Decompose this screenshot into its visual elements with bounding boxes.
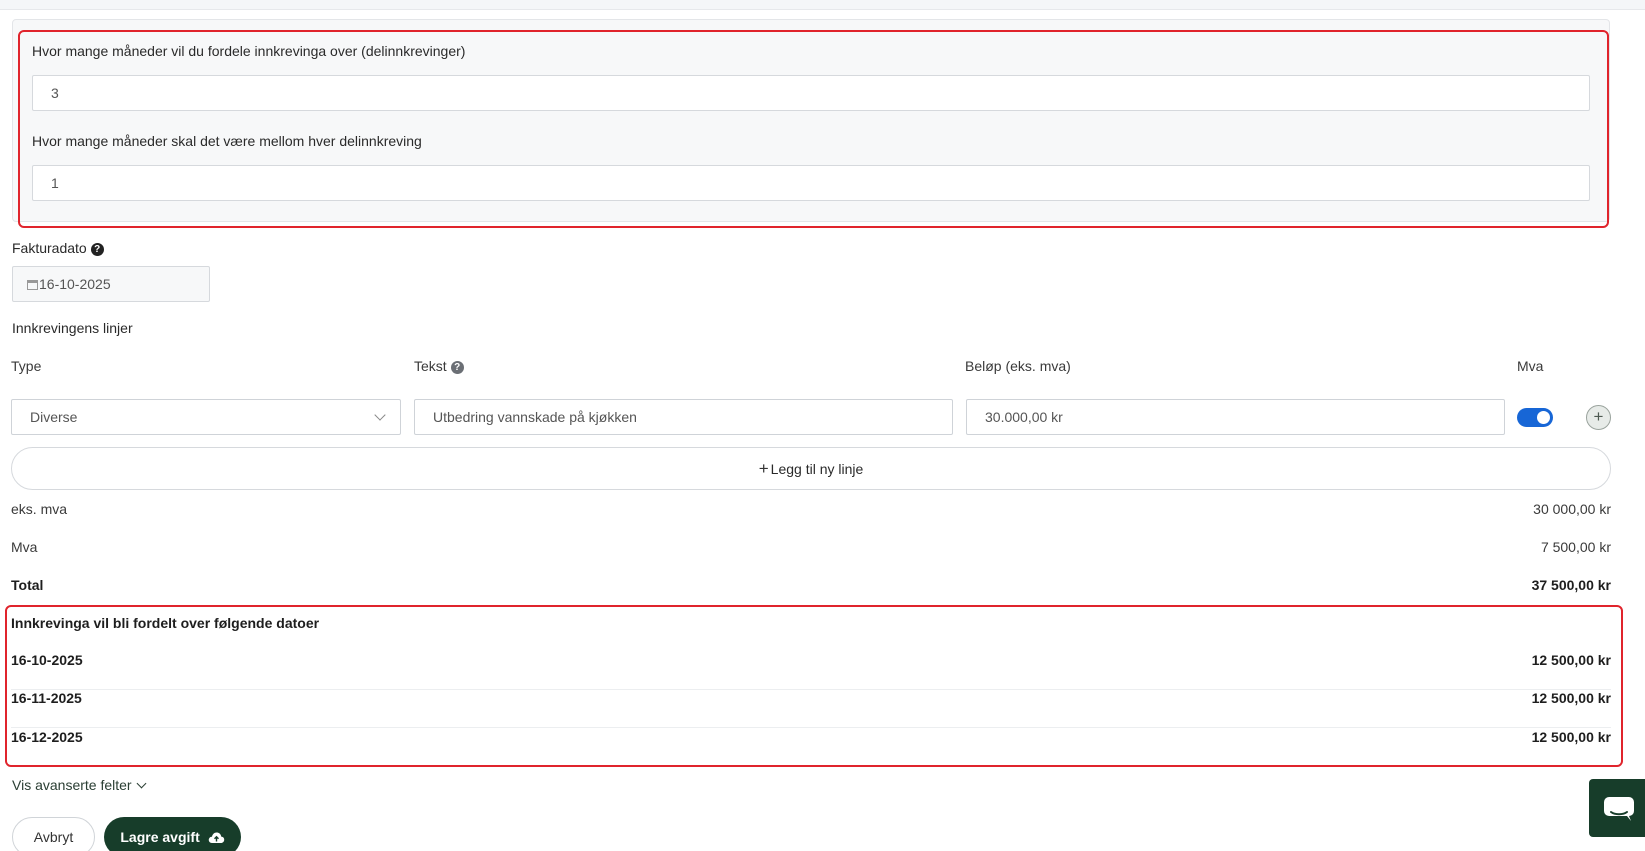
- schedule-title: Innkrevinga vil bli fordelt over følgend…: [11, 615, 320, 631]
- schedule-amount: 12 500,00 kr: [1531, 690, 1611, 706]
- line-amount-input[interactable]: 30.000,00 kr: [966, 399, 1505, 435]
- invoice-date-input[interactable]: 16-10-2025: [12, 266, 210, 302]
- invoice-date-label: Fakturadato?: [12, 240, 104, 256]
- cancel-button[interactable]: Avbryt: [12, 817, 95, 851]
- summary-vat-label: Mva: [11, 539, 38, 555]
- schedule-date: 16-10-2025: [11, 652, 83, 668]
- summary-vat-row: Mva 7 500,00 kr: [11, 539, 1611, 555]
- summary-total-row: Total 37 500,00 kr: [11, 577, 1611, 593]
- schedule-date: 16-11-2025: [11, 690, 82, 706]
- chevron-down-icon: [374, 409, 386, 421]
- toggle-knob: [1537, 411, 1550, 424]
- summary-ex-vat-label: eks. mva: [11, 501, 68, 517]
- save-button[interactable]: Lagre avgift: [104, 817, 241, 851]
- schedule-row: 16-10-2025 12 500,00 kr: [11, 652, 1611, 690]
- cloud-upload-icon: [208, 832, 224, 843]
- column-header-vat: Mva: [1517, 358, 1544, 374]
- calendar-icon: [27, 280, 38, 290]
- show-advanced-label: Vis avanserte felter: [12, 777, 132, 793]
- plus-icon: +: [1593, 407, 1604, 426]
- chat-icon: [1604, 797, 1634, 821]
- months-label: Hvor mange måneder vil du fordele innkre…: [32, 43, 466, 59]
- schedule-row: 16-11-2025 12 500,00 kr: [11, 690, 1611, 728]
- invoice-date-value: 16-10-2025: [39, 276, 111, 292]
- column-header-text-label: Tekst: [414, 358, 447, 374]
- summary-total-label: Total: [11, 577, 44, 593]
- schedule-row: 16-12-2025 12 500,00 kr: [11, 729, 1611, 767]
- interval-label: Hvor mange måneder skal det være mellom …: [32, 133, 422, 149]
- vat-toggle[interactable]: [1517, 408, 1553, 427]
- line-type-select[interactable]: Diverse: [11, 399, 401, 435]
- summary-vat-value: 7 500,00 kr: [1540, 539, 1611, 555]
- months-input[interactable]: 3: [32, 75, 1590, 111]
- add-line-button[interactable]: + Legg til ny linje: [11, 447, 1611, 490]
- invoice-date-label-text: Fakturadato: [12, 240, 87, 256]
- schedule-date: 16-12-2025: [11, 729, 83, 745]
- chevron-down-icon: [136, 778, 147, 789]
- interval-input[interactable]: 1: [32, 165, 1590, 201]
- column-header-type: Type: [11, 358, 42, 374]
- chat-widget-button[interactable]: [1589, 779, 1645, 837]
- schedule-amount: 12 500,00 kr: [1531, 652, 1611, 668]
- column-header-amount: Beløp (eks. mva): [965, 358, 1071, 374]
- top-bar: [0, 0, 1645, 10]
- add-line-label: Legg til ny linje: [770, 461, 864, 477]
- save-button-label: Lagre avgift: [120, 829, 200, 845]
- help-icon[interactable]: ?: [450, 361, 464, 374]
- summary-ex-vat-value: 30 000,00 kr: [1533, 501, 1611, 517]
- summary-ex-vat-row: eks. mva 30 000,00 kr: [11, 501, 1611, 517]
- schedule-amount: 12 500,00 kr: [1531, 729, 1611, 745]
- line-text-input[interactable]: Utbedring vannskade på kjøkken: [414, 399, 953, 435]
- help-icon[interactable]: ?: [90, 243, 104, 256]
- line-type-value: Diverse: [30, 409, 78, 425]
- lines-section-title: Innkrevingens linjer: [12, 320, 133, 336]
- summary-total-value: 37 500,00 kr: [1531, 577, 1611, 593]
- plus-icon: +: [758, 459, 769, 478]
- show-advanced-fields-link[interactable]: Vis avanserte felter: [12, 777, 147, 793]
- column-header-text: Tekst?: [414, 358, 464, 374]
- add-row-plus-button[interactable]: +: [1586, 405, 1611, 430]
